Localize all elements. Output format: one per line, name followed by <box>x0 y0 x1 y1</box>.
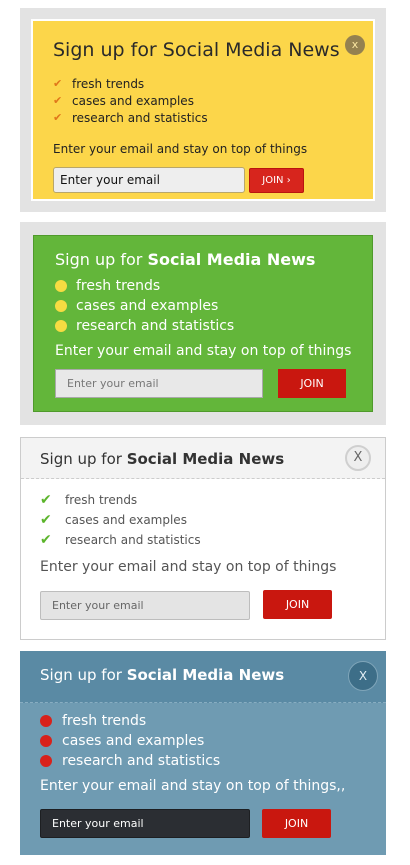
join-button[interactable]: JOIN <box>263 590 332 619</box>
check-icon: ✔ <box>53 111 63 124</box>
list-item: ✔ cases and examples <box>53 92 208 109</box>
title-strong: Social Media News <box>147 250 316 269</box>
list-item-label: cases and examples <box>62 733 205 749</box>
title-prefix: Sign up for <box>55 250 148 269</box>
check-icon: ✔ <box>40 492 52 508</box>
check-icon: ✔ <box>53 77 63 90</box>
email-field[interactable]: Enter your email <box>53 167 245 193</box>
bullet-dot-icon <box>40 755 52 767</box>
bullet-dot-icon <box>55 280 67 292</box>
list-item-label: fresh trends <box>62 713 147 729</box>
list-item-label: research and statistics <box>72 110 208 125</box>
signup-widget-green: Sign up for Social Media News fresh tren… <box>20 222 386 425</box>
widget-title: Sign up for Social Media News <box>40 450 284 468</box>
list-item: ✔ cases and examples <box>40 510 201 530</box>
list-item: ✔ research and statistics <box>40 530 201 550</box>
email-input[interactable]: Enter your email <box>55 369 263 398</box>
list-item: ✔ research and statistics <box>53 109 208 126</box>
list-item-label: fresh trends <box>65 493 138 507</box>
bullet-dot-icon <box>40 715 52 727</box>
signup-widget-white: Sign up for Social Media News X ✔ fresh t… <box>20 437 386 640</box>
list-item-label: cases and examples <box>76 298 219 314</box>
list-item-label: cases and examples <box>65 513 187 527</box>
list-item-label: cases and examples <box>72 93 194 108</box>
list-item: ✔ fresh trends <box>53 75 208 92</box>
widget-header: Sign up for Social Media News X <box>20 651 386 703</box>
join-button[interactable]: JOIN <box>262 809 331 838</box>
feature-list: ✔ fresh trends ✔ cases and examples ✔ resea… <box>53 75 208 126</box>
close-icon[interactable]: X <box>345 445 371 471</box>
widget-title: Sign up for Social Media News <box>55 250 315 269</box>
list-item: fresh trends <box>55 276 234 296</box>
title-prefix: Sign up for <box>40 666 127 684</box>
list-item: research and statistics <box>55 316 234 336</box>
list-item: research and statistics <box>40 751 220 771</box>
list-item: fresh trends <box>40 711 220 731</box>
signup-card: Sign up for Social Media News fresh tren… <box>33 235 373 412</box>
close-icon[interactable]: x <box>345 35 365 55</box>
join-button[interactable]: JOIN › <box>249 168 304 193</box>
check-icon: ✔ <box>53 94 63 107</box>
check-icon: ✔ <box>40 532 52 548</box>
title-prefix: Sign up for <box>40 450 127 468</box>
close-icon[interactable]: X <box>348 661 378 691</box>
list-item-label: fresh trends <box>76 278 161 294</box>
widget-header: Sign up for Social Media News X <box>21 438 385 479</box>
title-strong: Social Media News <box>126 450 285 468</box>
widget-title: Sign up for Social Media News <box>53 39 340 61</box>
bullet-dot-icon <box>55 300 67 312</box>
list-item-label: research and statistics <box>76 318 235 334</box>
bullet-dot-icon <box>55 320 67 332</box>
list-item: ✔ fresh trends <box>40 490 201 510</box>
signup-widget-yellow: Sign up for Social Media News x ✔ fresh t… <box>20 8 386 212</box>
title-strong: Social Media News <box>126 666 285 684</box>
join-button[interactable]: JOIN <box>278 369 346 398</box>
list-item-label: fresh trends <box>72 76 145 91</box>
feature-list: fresh trends cases and examples research… <box>40 711 220 771</box>
list-item-label: research and statistics <box>65 533 201 547</box>
bullet-dot-icon <box>40 735 52 747</box>
list-item-label: research and statistics <box>62 753 221 769</box>
signup-widget-blue: Sign up for Social Media News X fresh tr… <box>20 651 386 855</box>
email-field[interactable]: Enter your email <box>40 809 250 838</box>
list-item: cases and examples <box>40 731 220 751</box>
widget-title: Sign up for Social Media News <box>40 666 284 684</box>
widget-subtitle: Enter your email and stay on top of thin… <box>40 778 346 794</box>
email-input[interactable]: Enter your email <box>40 591 250 620</box>
widget-subtitle: Enter your email and stay on top of thin… <box>40 559 337 575</box>
widget-subtitle: Enter your email and stay on top of thin… <box>55 343 352 359</box>
list-item: cases and examples <box>55 296 234 316</box>
feature-list: fresh trends cases and examples research… <box>55 276 234 336</box>
check-icon: ✔ <box>40 512 52 528</box>
feature-list: ✔ fresh trends ✔ cases and examples ✔ resea… <box>40 490 201 550</box>
signup-card: Sign up for Social Media News x ✔ fresh t… <box>31 19 375 201</box>
widget-subtitle: Enter your email and stay on top of thin… <box>53 142 308 156</box>
